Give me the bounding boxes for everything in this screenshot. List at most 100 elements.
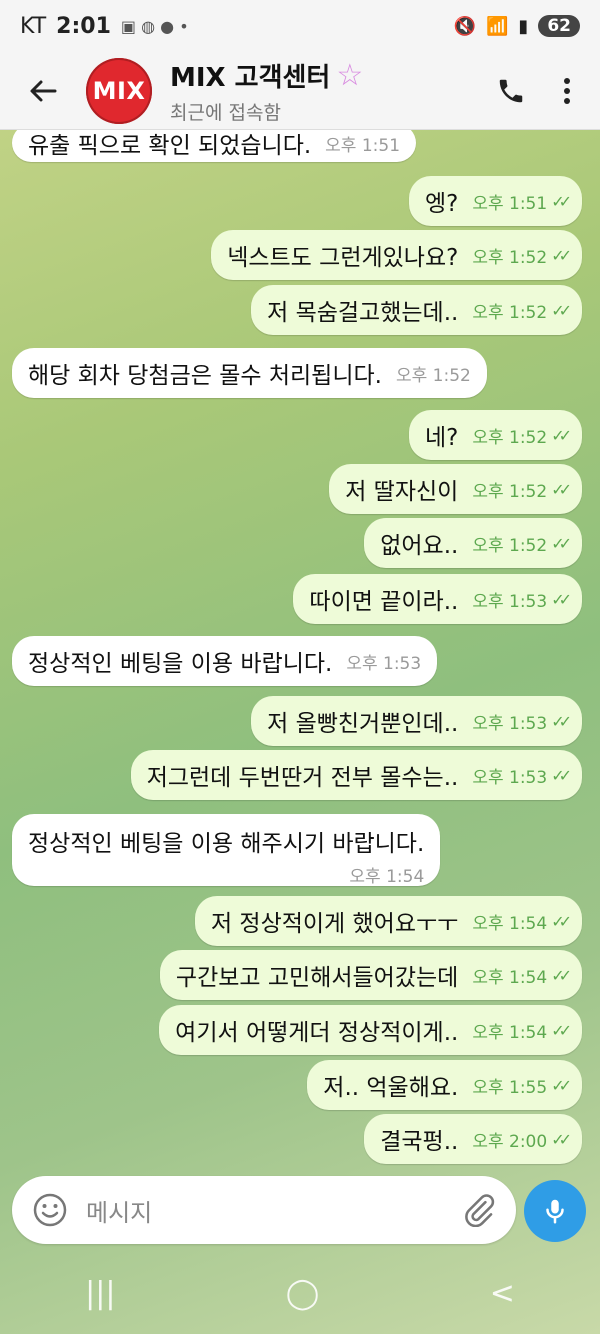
message-time: 오후 1:54 (472, 967, 548, 988)
home-button[interactable]: ◯ (286, 1276, 320, 1311)
message-bubble[interactable]: 결국펑.. 오후 2:00 ✓✓ (364, 1114, 582, 1164)
message-bubble[interactable]: 저.. 억울해요. 오후 1:55 ✓✓ (307, 1060, 582, 1110)
message-time: 오후 1:54 (349, 867, 425, 887)
message-bubble[interactable]: 엥? 오후 1:51 ✓✓ (408, 176, 582, 226)
message-bubble[interactable]: 넥스트도 그런게있나요? 오후 1:52 ✓✓ (211, 230, 582, 280)
message-text: 여기서 어떻게더 정상적이게.. (175, 1020, 459, 1046)
mute-icon: 🔇 (453, 15, 476, 37)
back-button[interactable] (0, 52, 86, 130)
message-text: 저.. 억울해요. (323, 1075, 459, 1101)
call-button[interactable] (496, 76, 526, 106)
more-vert-icon (564, 77, 570, 104)
message-bubble[interactable]: 유출 픽으로 확인 되었습니다. 오후 1:51 (12, 130, 417, 162)
message-text: 정상적인 베팅을 이용 해주시기 바랍니다. (28, 831, 425, 857)
battery-indicator: 62 (538, 15, 580, 37)
message-text: 엥? (424, 191, 459, 217)
message-bubble[interactable]: 저그런데 두번딴거 전부 몰수는.. 오후 1:53 ✓✓ (130, 750, 582, 800)
chat-title: MIX 고객센터 ☆ (170, 57, 363, 94)
message-text: 없어요.. (380, 533, 459, 559)
message-input[interactable]: 메시지 (86, 1193, 462, 1228)
message-bubble[interactable]: 따이면 끝이라.. 오후 1:53 ✓✓ (293, 574, 582, 624)
message-bubble[interactable]: 해당 회차 당첨금은 몰수 처리됩니다. 오후 1:52 (12, 348, 487, 398)
message-time: 오후 1:53 (472, 591, 548, 612)
message-time: 오후 1:51 (325, 135, 401, 156)
notification-icons: ▣ ◍ ● • (120, 16, 189, 36)
message-time: 오후 1:52 (472, 302, 548, 323)
message-time: 오후 1:53 (472, 767, 548, 788)
paperclip-icon (465, 1194, 495, 1227)
chat-header: MIX MIX 고객센터 ☆ 최근에 접속함 (0, 52, 600, 130)
attach-button[interactable] (462, 1193, 496, 1227)
system-nav-bar: ||| ◯ < (0, 1252, 600, 1334)
message-time: 오후 1:53 (472, 713, 548, 734)
message-text: 넥스트도 그런게있나요? (227, 245, 459, 271)
message-time: 오후 1:54 (472, 913, 548, 934)
message-bubble[interactable]: 네? 오후 1:52 ✓✓ (408, 410, 582, 460)
wifi-icon: 📶 (486, 15, 509, 37)
read-check-icon: ✓✓ (551, 1129, 572, 1149)
message-bubble[interactable]: 저 정상적이게 했어요ㅜㅜ 오후 1:54 ✓✓ (194, 896, 582, 946)
voice-record-button[interactable] (524, 1180, 586, 1242)
chat-title-block[interactable]: MIX 고객센터 ☆ 최근에 접속함 (170, 57, 363, 125)
status-time: 2:01 (56, 13, 111, 39)
message-text: 저그런데 두번딴거 전부 몰수는.. (146, 765, 459, 791)
message-bubble[interactable]: 없어요.. 오후 1:52 ✓✓ (364, 518, 582, 568)
read-check-icon: ✓✓ (551, 765, 572, 785)
star-icon: ☆ (336, 57, 364, 93)
message-composer: 메시지 (12, 1176, 516, 1244)
read-check-icon: ✓✓ (551, 711, 572, 731)
mic-icon (546, 1199, 564, 1224)
message-text: 따이면 끝이라.. (309, 589, 459, 615)
message-bubble[interactable]: 정상적인 베팅을 이용 바랍니다. 오후 1:53 (12, 636, 438, 686)
message-time: 오후 1:52 (472, 535, 548, 556)
avatar-text: MIX (92, 76, 146, 105)
message-text: 유출 픽으로 확인 되었습니다. (28, 133, 312, 159)
emoji-button[interactable] (32, 1192, 68, 1228)
message-text: 결국펑.. (380, 1129, 459, 1155)
read-check-icon: ✓✓ (551, 1020, 572, 1040)
message-text: 해당 회차 당첨금은 몰수 처리됩니다. (28, 363, 382, 389)
message-text: 네? (424, 425, 459, 451)
read-check-icon: ✓✓ (551, 1075, 572, 1095)
message-text: 정상적인 베팅을 이용 바랍니다. (28, 651, 333, 677)
message-time: 오후 1:55 (472, 1077, 548, 1098)
message-time: 오후 1:52 (395, 365, 471, 386)
system-back-button[interactable]: < (490, 1276, 515, 1311)
message-bubble[interactable]: 저 딸자신이 오후 1:52 ✓✓ (329, 464, 582, 514)
read-check-icon: ✓✓ (551, 533, 572, 553)
read-check-icon: ✓✓ (551, 300, 572, 320)
message-bubble[interactable]: 저 올빵친거뿐인데.. 오후 1:53 ✓✓ (251, 696, 582, 746)
read-check-icon: ✓✓ (551, 911, 572, 931)
status-bar: KT 2:01 ▣ ◍ ● • 🔇 📶 ▮ 62 (0, 0, 600, 52)
read-check-icon: ✓✓ (551, 479, 572, 499)
message-bubble[interactable]: 여기서 어떻게더 정상적이게.. 오후 1:54 ✓✓ (159, 1005, 582, 1055)
signal-icon: ▮ (518, 15, 529, 37)
back-arrow-icon (30, 80, 57, 101)
emoji-icon (33, 1193, 67, 1227)
phone-icon (499, 79, 523, 102)
message-time: 오후 1:52 (472, 481, 548, 502)
message-text: 저 목숨걸고했는데.. (267, 300, 459, 326)
read-check-icon: ✓✓ (551, 191, 572, 211)
last-seen-status: 최근에 접속함 (170, 101, 281, 124)
message-time: 오후 1:51 (472, 193, 548, 214)
message-time: 오후 1:54 (472, 1022, 548, 1043)
message-text: 저 딸자신이 (345, 479, 459, 505)
read-check-icon: ✓✓ (551, 589, 572, 609)
message-time: 오후 1:52 (472, 427, 548, 448)
message-bubble[interactable]: 구간보고 고민해서들어갔는데 오후 1:54 ✓✓ (159, 950, 582, 1000)
avatar[interactable]: MIX (86, 57, 152, 124)
message-text: 저 정상적이게 했어요ㅜㅜ (210, 911, 459, 937)
message-time: 오후 1:53 (346, 653, 422, 674)
read-check-icon: ✓✓ (551, 425, 572, 445)
recent-apps-button[interactable]: ||| (85, 1276, 115, 1311)
message-text: 저 올빵친거뿐인데.. (267, 711, 459, 737)
message-time: 오후 1:52 (472, 247, 548, 268)
message-list[interactable]: 유출 픽으로 확인 되었습니다. 오후 1:51 엥? 오후 1:51 ✓✓ 넥스… (0, 130, 600, 1170)
message-bubble[interactable]: 정상적인 베팅을 이용 해주시기 바랍니다. 오후 1:54 (12, 814, 441, 887)
message-bubble[interactable]: 저 목숨걸고했는데.. 오후 1:52 ✓✓ (251, 285, 582, 335)
read-check-icon: ✓✓ (551, 245, 572, 265)
message-time: 오후 2:00 (472, 1131, 548, 1152)
carrier: KT (20, 13, 47, 39)
more-options-button[interactable] (562, 76, 572, 106)
